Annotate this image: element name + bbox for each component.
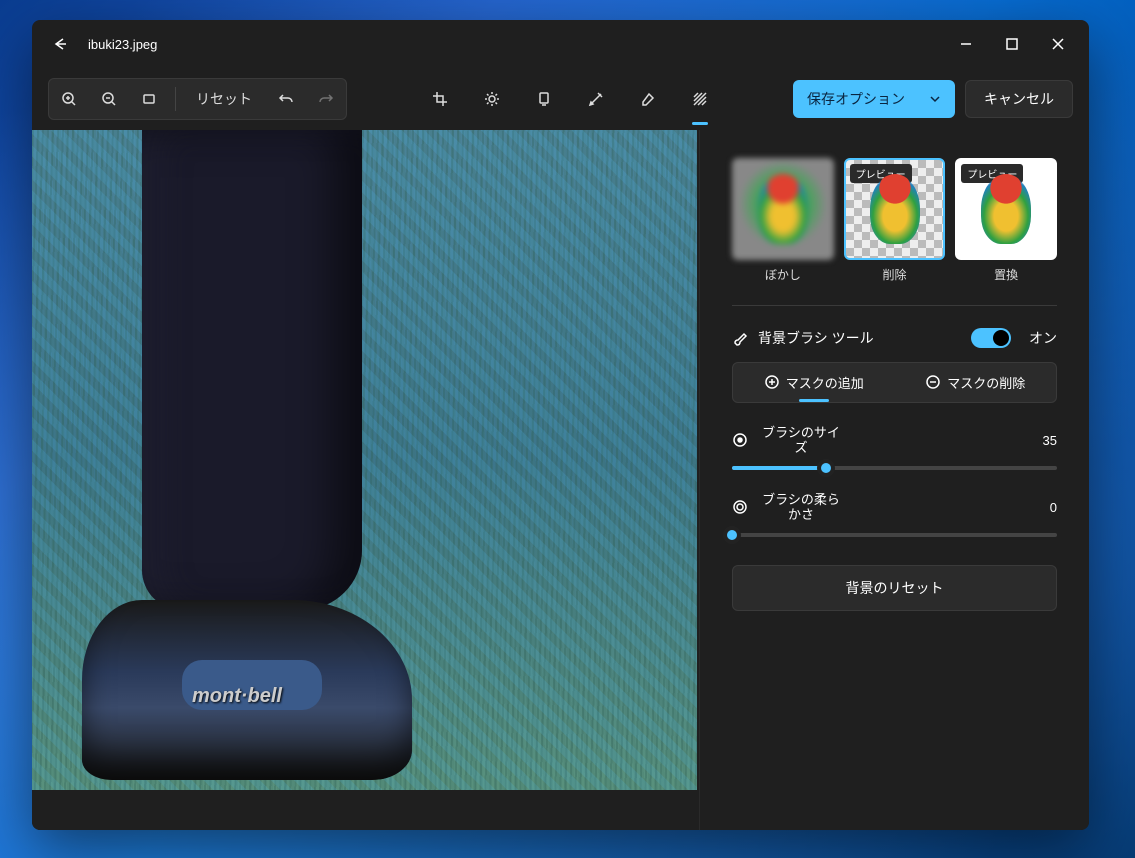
- brush-softness-thumb[interactable]: [723, 526, 741, 544]
- bg-thumb-blur: [732, 158, 834, 260]
- close-button[interactable]: [1035, 24, 1081, 64]
- content-area: mont·bell ぼかし プレビュー 削除 プレビュー: [32, 130, 1089, 830]
- fit-icon: [141, 91, 157, 107]
- plus-circle-icon: [764, 374, 780, 390]
- parrot-icon: [870, 174, 920, 244]
- bg-option-remove[interactable]: プレビュー 削除: [844, 158, 946, 283]
- mask-mode-selector: マスクの追加 マスクの削除: [732, 362, 1057, 403]
- brush-softness-value: 0: [1050, 500, 1057, 515]
- crop-tab[interactable]: [422, 81, 458, 117]
- brush-size-label: ブラシのサイズ: [756, 425, 846, 456]
- zoom-in-icon: [61, 91, 77, 107]
- brush-size-value: 35: [1043, 433, 1057, 448]
- minus-circle-icon: [925, 374, 941, 390]
- fit-button[interactable]: [131, 81, 167, 117]
- erase-icon: [640, 91, 656, 107]
- reset-background-button[interactable]: 背景のリセット: [732, 565, 1057, 611]
- minimize-button[interactable]: [943, 24, 989, 64]
- brush-size-track[interactable]: [732, 466, 1057, 470]
- brush-toggle[interactable]: [971, 328, 1011, 348]
- erase-tab[interactable]: [630, 81, 666, 117]
- remove-mask-button[interactable]: マスクの削除: [895, 363, 1057, 402]
- zoom-out-button[interactable]: [91, 81, 127, 117]
- redo-button[interactable]: [308, 81, 344, 117]
- chevron-down-icon: [929, 93, 941, 105]
- add-mask-button[interactable]: マスクの追加: [733, 363, 895, 402]
- separator: [175, 87, 176, 111]
- zoom-in-button[interactable]: [51, 81, 87, 117]
- size-target-icon: [732, 432, 748, 448]
- brush-icon: [732, 330, 748, 346]
- bg-thumb-remove: プレビュー: [844, 158, 946, 260]
- action-buttons: 保存オプション キャンセル: [793, 80, 1073, 118]
- reset-view-button[interactable]: リセット: [184, 81, 264, 117]
- adjust-icon: [484, 91, 500, 107]
- filter-tab[interactable]: [526, 81, 562, 117]
- save-options-button[interactable]: 保存オプション: [793, 80, 955, 118]
- add-mask-label: マスクの追加: [786, 373, 864, 392]
- app-window: ibuki23.jpeg リセット: [32, 20, 1089, 830]
- zoom-out-icon: [101, 91, 117, 107]
- background-icon: [692, 91, 708, 107]
- bg-option-blur[interactable]: ぼかし: [732, 158, 834, 283]
- brush-toggle-label: オン: [1029, 328, 1057, 348]
- parrot-icon: [758, 174, 808, 244]
- softness-target-icon: [732, 499, 748, 515]
- brush-softness-label: ブラシの柔らかさ: [756, 492, 846, 523]
- side-panel: ぼかし プレビュー 削除 プレビュー 置換: [699, 130, 1089, 830]
- file-name: ibuki23.jpeg: [88, 37, 943, 52]
- brush-size-thumb[interactable]: [817, 459, 835, 477]
- save-options-label: 保存オプション: [807, 89, 905, 109]
- background-tab[interactable]: [682, 81, 718, 117]
- redo-icon: [318, 91, 334, 107]
- cancel-button[interactable]: キャンセル: [965, 80, 1073, 118]
- arrow-left-icon: [52, 36, 68, 52]
- divider: [732, 305, 1057, 306]
- bg-label-replace: 置換: [994, 266, 1018, 283]
- crop-icon: [432, 91, 448, 107]
- adjust-tab[interactable]: [474, 81, 510, 117]
- bg-option-replace[interactable]: プレビュー 置換: [955, 158, 1057, 283]
- edited-image: mont·bell: [32, 130, 697, 790]
- brush-softness-track[interactable]: [732, 533, 1057, 537]
- parrot-icon: [981, 174, 1031, 244]
- brush-size-slider: ブラシのサイズ 35: [732, 425, 1057, 470]
- back-button[interactable]: [40, 24, 80, 64]
- edit-mode-tabs: [422, 81, 718, 117]
- maximize-button[interactable]: [989, 24, 1035, 64]
- bg-thumb-replace: プレビュー: [955, 158, 1057, 260]
- bg-label-blur: ぼかし: [765, 266, 801, 283]
- brush-softness-slider: ブラシの柔らかさ 0: [732, 492, 1057, 537]
- toolbar: リセット 保存オプション キャンセル: [32, 68, 1089, 130]
- titlebar: ibuki23.jpeg: [32, 20, 1089, 68]
- close-icon: [1050, 36, 1066, 52]
- minimize-icon: [958, 36, 974, 52]
- background-options: ぼかし プレビュー 削除 プレビュー 置換: [732, 158, 1057, 283]
- brush-tool-header: 背景ブラシ ツール オン: [732, 328, 1057, 348]
- subject-leg: [142, 130, 362, 610]
- markup-tab[interactable]: [578, 81, 614, 117]
- filter-icon: [536, 91, 552, 107]
- markup-icon: [588, 91, 604, 107]
- undo-icon: [278, 91, 294, 107]
- undo-button[interactable]: [268, 81, 304, 117]
- maximize-icon: [1004, 36, 1020, 52]
- brush-tool-title: 背景ブラシ ツール: [758, 328, 961, 348]
- remove-mask-label: マスクの削除: [947, 373, 1025, 392]
- window-controls: [943, 24, 1081, 64]
- shoe-brand-text: mont·bell: [192, 685, 282, 708]
- canvas[interactable]: mont·bell: [32, 130, 699, 830]
- bg-label-remove: 削除: [883, 266, 907, 283]
- zoom-group: リセット: [48, 78, 347, 120]
